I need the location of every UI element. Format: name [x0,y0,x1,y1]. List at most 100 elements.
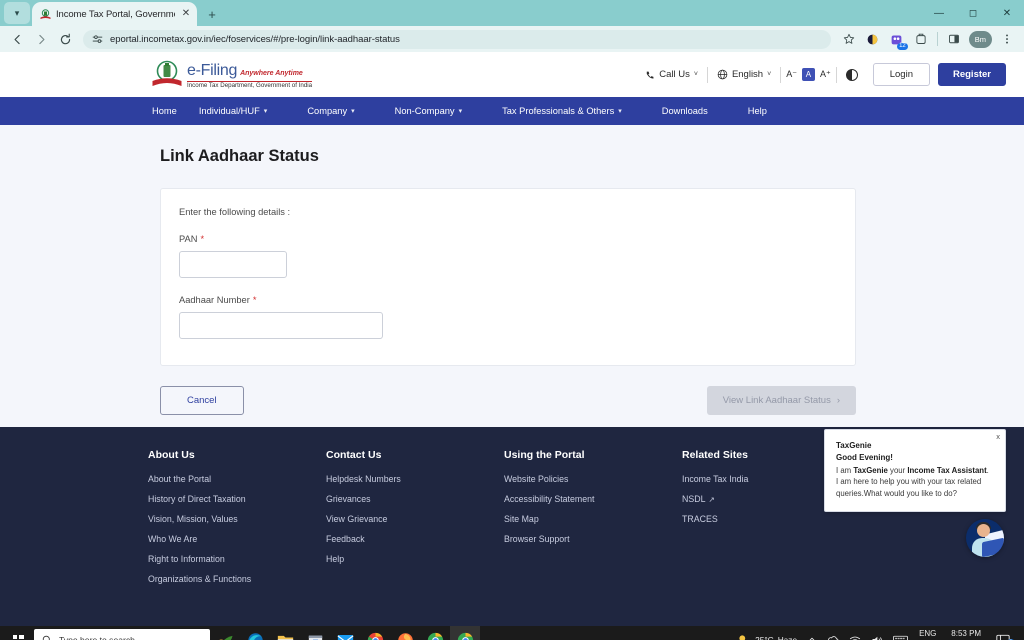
font-normal-button[interactable]: A [801,68,815,81]
nav-item-individual-huf[interactable]: Individual/HUF ▾ [199,106,290,116]
view-link-aadhaar-status-button[interactable]: View Link Aadhaar Status › [706,386,856,415]
footer-link[interactable]: Vision, Mission, Values [148,514,326,524]
taskbar-app-firefox[interactable] [390,626,420,640]
footer-link[interactable]: Grievances [326,494,504,504]
nav-item-company[interactable]: Company ▾ [307,106,376,116]
footer-link[interactable]: Who We Are [148,534,326,544]
globe-icon [717,69,728,80]
weather-widget[interactable]: 25°C Haze [732,634,802,640]
input-language-indicator[interactable]: ENG IN [913,629,942,640]
footer-heading: Contact Us [326,449,382,461]
pan-input[interactable] [179,251,287,278]
split-screen-icon[interactable] [943,28,965,50]
clock-time: 8:53 PM [951,629,982,639]
tab-close-icon[interactable]: ✕ [180,9,192,19]
browser-tab[interactable]: Income Tax Portal, Government ✕ [32,2,197,26]
footer-link[interactable]: Right to Information [148,554,326,564]
nav-item-label: Home [152,106,177,116]
nav-item-tax-professionals[interactable]: Tax Professionals & Others ▾ [502,106,644,116]
taskbar-app-chrome-profile[interactable] [420,626,450,640]
chat-body-text: I am here to help you with your tax rela… [836,477,982,499]
footer-link[interactable]: View Grievance [326,514,504,524]
pan-label-text: PAN [179,234,198,244]
nav-item-label: Downloads [661,106,708,116]
chevron-down-icon: ▾ [263,108,268,115]
taskbar-app-edge[interactable] [240,626,270,640]
contrast-icon[interactable] [845,68,858,81]
nav-item-downloads[interactable]: Downloads [662,106,730,116]
onedrive-icon[interactable] [822,635,844,640]
aadhaar-number-input[interactable] [179,312,383,339]
language-selector[interactable]: English ˅ [708,69,780,80]
weather-temp: 25°C [755,635,774,640]
taskbar-app-file-explorer[interactable] [270,626,300,640]
footer-link[interactable]: Website Policies [504,474,682,484]
register-button[interactable]: Register [937,63,1006,86]
taskbar-app-chilli-widget[interactable] [210,626,240,640]
aadhaar-label-text: Aadhaar Number [179,295,250,305]
tab-search-chevron-down-icon[interactable]: ▾ [4,2,30,24]
footer-link[interactable]: Organizations & Functions [148,574,326,584]
nav-item-help[interactable]: Help [748,106,789,116]
back-arrow-icon[interactable] [6,28,28,50]
footer-link[interactable]: Feedback [326,534,504,544]
star-icon[interactable] [838,28,860,50]
taxgenie-avatar-icon[interactable] [966,519,1004,557]
footer-link[interactable]: History of Direct Taxation [148,494,326,504]
cancel-button[interactable]: Cancel [160,386,244,415]
footer-link[interactable]: TRACES [682,514,882,524]
header-utility-bar: Call Us ˅ English ˅ A⁻ A A⁺ Login Regist… [636,63,1006,86]
chrome-menu-icon[interactable] [996,28,1018,50]
site-logo-text: e-Filing Anywhere Anytime Income Tax Dep… [187,63,313,89]
font-decrease-button[interactable]: A⁻ [781,69,802,80]
address-bar[interactable]: eportal.incometax.gov.in/iec/foservices/… [83,29,831,49]
extension-badge-count: 12 [897,43,908,50]
external-link-icon: ↗ [708,495,715,504]
tune-site-settings-icon[interactable] [92,34,103,45]
login-button[interactable]: Login [872,63,930,86]
browser-tab-bar: ▾ Income Tax Portal, Government ✕ + — ◻ … [0,0,1024,26]
show-hidden-icons-icon[interactable] [802,635,822,640]
taskbar-app-store[interactable] [300,626,330,640]
brand-tagline: Anywhere Anytime [240,70,303,78]
window-close-icon[interactable]: ✕ [990,0,1024,26]
footer-link[interactable]: Help [326,554,504,564]
nav-item-non-company[interactable]: Non-Company ▾ [395,106,484,116]
footer-link[interactable]: Browser Support [504,534,682,544]
font-increase-button[interactable]: A⁺ [815,69,836,80]
call-us-menu[interactable]: Call Us ˅ [636,69,707,80]
save-to-drive-icon[interactable] [910,28,932,50]
taskbar-app-chrome[interactable] [360,626,390,640]
window-minimize-icon[interactable]: — [922,0,956,26]
nav-item-home[interactable]: Home [152,106,177,116]
taskbar-app-chrome-active[interactable] [450,626,480,640]
call-us-label: Call Us [659,69,690,80]
taskbar-search-placeholder: Type here to search [59,635,135,640]
taskbar-app-mail[interactable] [330,626,360,640]
extensions-puzzle-icon[interactable]: 12 [886,28,908,50]
keyboard-icon[interactable] [888,635,913,640]
new-tab-plus-icon[interactable]: + [201,3,223,25]
site-logo[interactable]: e-Filing Anywhere Anytime Income Tax Dep… [152,60,313,90]
network-icon[interactable] [844,635,866,640]
window-maximize-icon[interactable]: ◻ [956,0,990,26]
chat-close-icon[interactable]: x [996,432,1000,441]
taskbar-clock[interactable]: 8:53 PM 1/16/2024 [942,629,990,640]
taskbar-search-input[interactable]: Type here to search [34,629,210,640]
footer-link[interactable]: Site Map [504,514,682,524]
windows-start-icon[interactable] [4,626,32,640]
reload-icon[interactable] [54,28,76,50]
profile-avatar-icon[interactable]: Bm [968,30,992,48]
chevron-down-icon: ˅ [693,71,698,78]
footer-link-label: NSDL [682,494,706,504]
footer-column-using-the-portal: Using the Portal Website Policies Access… [504,449,682,594]
footer-link[interactable]: About the Portal [148,474,326,484]
chevron-down-icon: ˅ [767,71,772,78]
forward-arrow-icon[interactable] [30,28,52,50]
footer-link[interactable]: Helpdesk Numbers [326,474,504,484]
volume-icon[interactable] [866,635,888,640]
nav-item-label: Non-Company [394,106,455,116]
footer-link[interactable]: Accessibility Statement [504,494,682,504]
notifications-icon[interactable]: 2 [990,634,1016,640]
eye-dropper-extension-icon[interactable] [862,28,884,50]
